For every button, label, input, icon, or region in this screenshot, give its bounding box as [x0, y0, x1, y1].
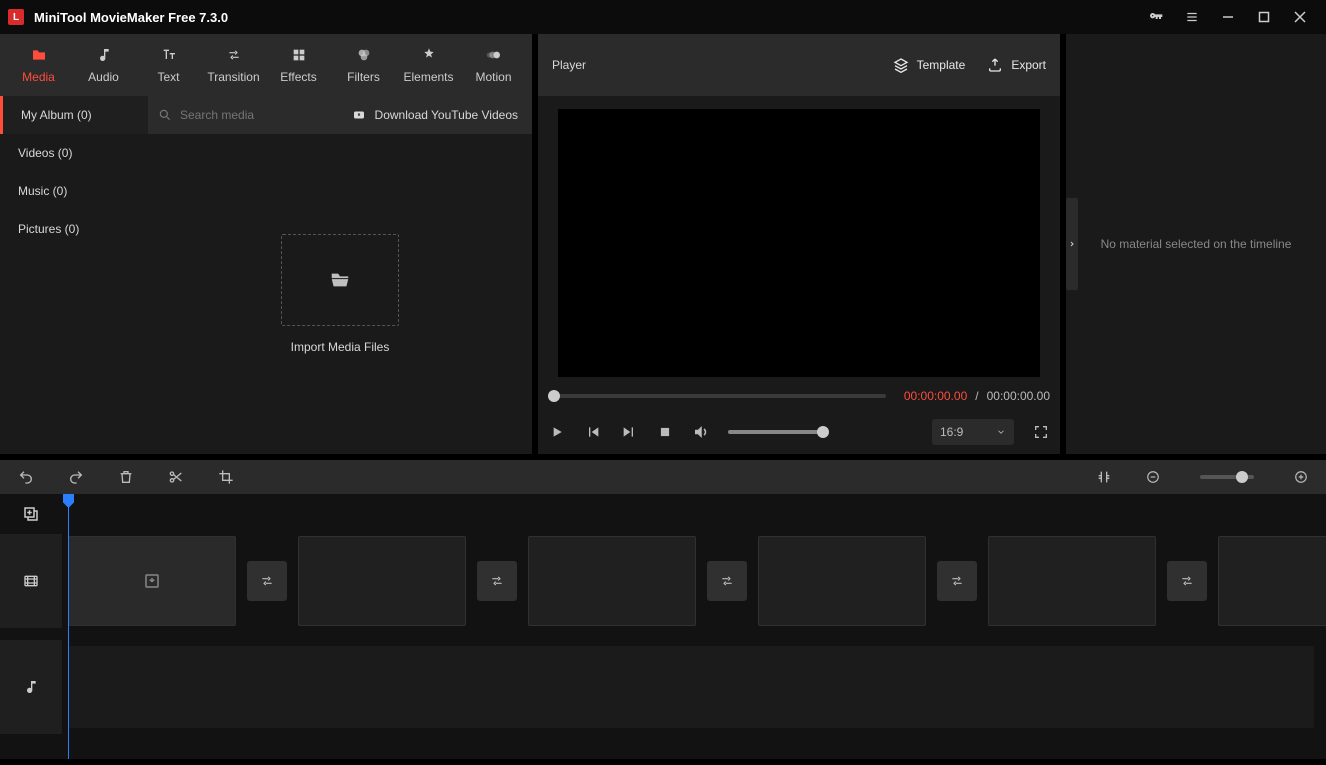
play-button[interactable]: [548, 423, 566, 441]
transition-slot[interactable]: [707, 561, 747, 601]
elements-icon: [421, 46, 437, 64]
split-button[interactable]: [168, 469, 184, 485]
timecode-current: 00:00:00.00: [904, 389, 967, 403]
audio-track[interactable]: [68, 646, 1314, 728]
transition-slot[interactable]: [247, 561, 287, 601]
export-button[interactable]: Export: [987, 57, 1046, 73]
undo-button[interactable]: [18, 469, 34, 485]
tab-transition[interactable]: Transition: [201, 34, 266, 96]
delete-button[interactable]: [118, 469, 134, 485]
video-slot[interactable]: [528, 536, 696, 626]
maximize-button[interactable]: [1246, 0, 1282, 34]
close-button[interactable]: [1282, 0, 1318, 34]
crop-button[interactable]: [218, 469, 234, 485]
tab-motion-label: Motion: [475, 70, 511, 84]
volume-slider[interactable]: [728, 430, 824, 434]
tab-audio-label: Audio: [88, 70, 119, 84]
previous-button[interactable]: [584, 423, 602, 441]
timeline-ruler[interactable]: [62, 494, 1326, 534]
export-icon: [987, 57, 1003, 73]
motion-icon: [486, 46, 502, 64]
import-dropzone[interactable]: [281, 234, 399, 326]
download-youtube-button[interactable]: Download YouTube Videos: [337, 96, 532, 134]
aspect-ratio-select[interactable]: 16:9: [932, 419, 1014, 445]
search-icon: [158, 108, 172, 122]
folder-icon: [30, 46, 48, 64]
tab-effects[interactable]: Effects: [266, 34, 331, 96]
video-slot[interactable]: [758, 536, 926, 626]
seek-bar[interactable]: [548, 394, 886, 398]
tab-effects-label: Effects: [280, 70, 316, 84]
video-slot[interactable]: [298, 536, 466, 626]
playhead[interactable]: [68, 494, 69, 759]
redo-button[interactable]: [68, 469, 84, 485]
tab-filters[interactable]: Filters: [331, 34, 396, 96]
app-title: MiniTool MovieMaker Free 7.3.0: [34, 10, 228, 25]
tab-elements-label: Elements: [403, 70, 453, 84]
tab-transition-label: Transition: [207, 70, 259, 84]
menu-icon[interactable]: [1174, 0, 1210, 34]
sidebar-item-pictures[interactable]: Pictures (0): [0, 210, 148, 248]
transition-slot[interactable]: [1167, 561, 1207, 601]
panel-expand-button[interactable]: [1066, 198, 1078, 290]
app-logo: L: [8, 9, 24, 25]
timecode-total: 00:00:00.00: [987, 389, 1050, 403]
next-button[interactable]: [620, 423, 638, 441]
minimize-button[interactable]: [1210, 0, 1246, 34]
sidebar-item-album[interactable]: My Album (0): [0, 96, 148, 134]
filters-icon: [356, 46, 372, 64]
effects-icon: [291, 46, 307, 64]
zoom-out-button[interactable]: [1146, 470, 1160, 484]
music-note-icon: [96, 46, 112, 64]
video-track-icon: [0, 534, 62, 628]
fit-button[interactable]: [1096, 469, 1112, 485]
tab-elements[interactable]: Elements: [396, 34, 461, 96]
tab-text-label: Text: [157, 70, 179, 84]
chevron-down-icon: [996, 427, 1006, 437]
inspector-empty-text: No material selected on the timeline: [1101, 237, 1292, 251]
tab-media-label: Media: [22, 70, 55, 84]
folder-open-icon: [327, 269, 353, 291]
sidebar-item-videos[interactable]: Videos (0): [0, 134, 148, 172]
text-icon: [160, 46, 178, 64]
tab-motion[interactable]: Motion: [461, 34, 526, 96]
sidebar-item-music[interactable]: Music (0): [0, 172, 148, 210]
transition-slot[interactable]: [477, 561, 517, 601]
zoom-slider[interactable]: [1200, 475, 1254, 479]
fullscreen-button[interactable]: [1032, 423, 1050, 441]
youtube-download-icon: [351, 109, 367, 121]
video-slot[interactable]: [68, 536, 236, 626]
tab-text[interactable]: Text: [136, 34, 201, 96]
preview-canvas: [558, 109, 1040, 377]
layers-icon: [893, 57, 909, 73]
audio-track-icon: [0, 640, 62, 734]
zoom-in-button[interactable]: [1294, 470, 1308, 484]
stop-button[interactable]: [656, 423, 674, 441]
transition-slot[interactable]: [937, 561, 977, 601]
video-slot[interactable]: [988, 536, 1156, 626]
search-input-wrap[interactable]: [148, 96, 337, 134]
search-input[interactable]: [180, 108, 337, 122]
tab-media[interactable]: Media: [6, 34, 71, 96]
volume-button[interactable]: [692, 423, 710, 441]
template-button[interactable]: Template: [893, 57, 966, 73]
video-slot[interactable]: [1218, 536, 1326, 626]
tab-audio[interactable]: Audio: [71, 34, 136, 96]
transition-icon: [225, 46, 243, 64]
tab-filters-label: Filters: [347, 70, 380, 84]
player-title: Player: [552, 58, 586, 72]
add-track-button[interactable]: [0, 494, 62, 534]
import-label: Import Media Files: [291, 340, 390, 354]
key-icon[interactable]: [1138, 0, 1174, 34]
